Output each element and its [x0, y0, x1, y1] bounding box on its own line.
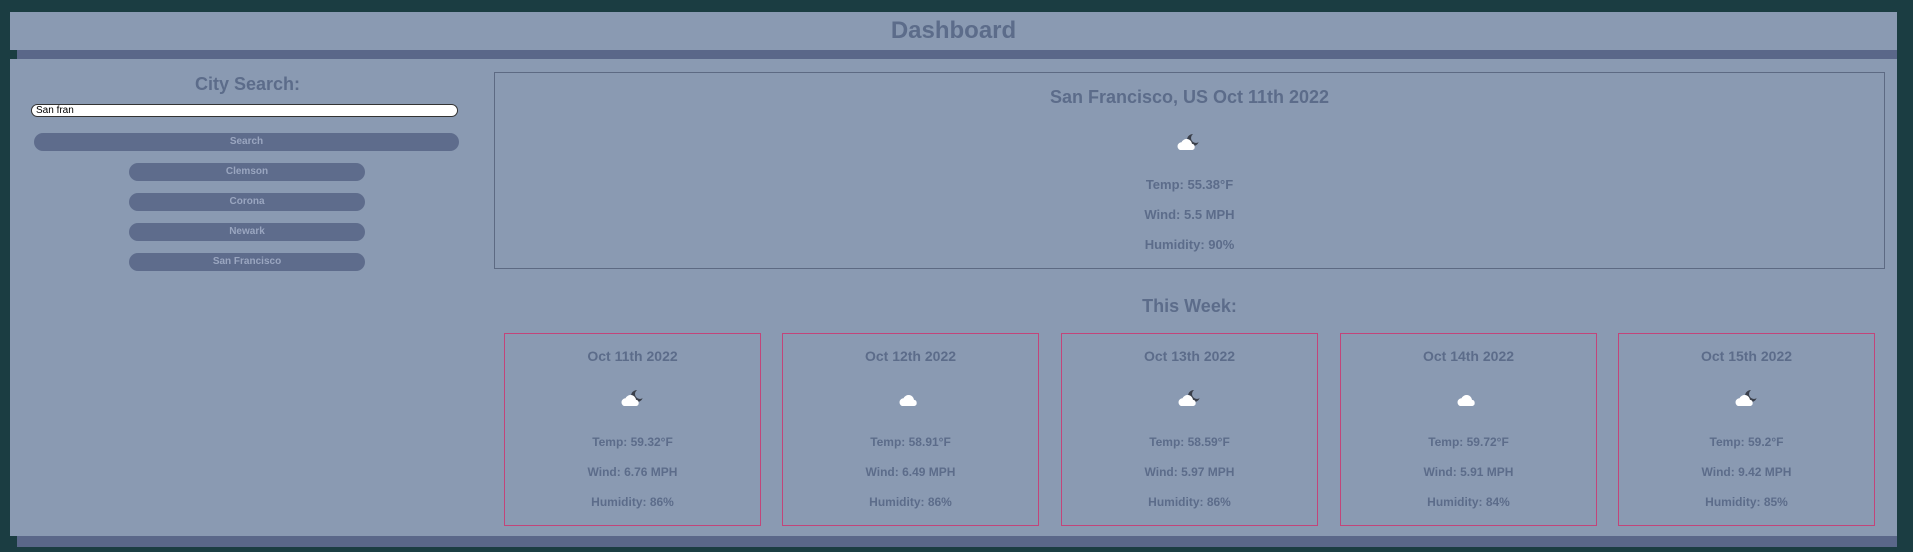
- forecast-wind: Wind: 5.91 MPH: [1423, 465, 1514, 479]
- forecast-wind: Wind: 9.42 MPH: [1701, 465, 1792, 479]
- forecast-card: Oct 13th 2022 Temp: 58.59°F Wind: 5.97 M…: [1061, 333, 1318, 526]
- forecast-card: Oct 14th 2022 Temp: 59.72°F Wind: 5.91 M…: [1340, 333, 1597, 526]
- city-search-sidebar: City Search: Search Clemson Corona Newar…: [10, 59, 485, 536]
- city-search-input[interactable]: [31, 104, 458, 117]
- forecast-date: Oct 11th 2022: [587, 348, 678, 364]
- forecast-humidity: Humidity: 85%: [1705, 495, 1788, 509]
- forecast-humidity: Humidity: 86%: [869, 495, 952, 509]
- history-button-san-francisco[interactable]: San Francisco: [129, 253, 365, 271]
- forecast-humidity: Humidity: 84%: [1427, 495, 1510, 509]
- forecast-wind: Wind: 6.76 MPH: [587, 465, 678, 479]
- forecast-card: Oct 15th 2022 Temp: 59.2°F Wind: 9.42 MP…: [1618, 333, 1875, 526]
- forecast-temp: Temp: 58.59°F: [1149, 435, 1230, 449]
- current-temp: Temp: 55.38°F: [1145, 177, 1234, 192]
- search-button[interactable]: Search: [34, 133, 459, 151]
- partly-cloudy-night-icon: [1734, 389, 1760, 414]
- forecast-card: Oct 12th 2022 Temp: 58.91°F Wind: 6.49 M…: [782, 333, 1039, 526]
- page-title: Dashboard: [890, 17, 1017, 44]
- forecast-humidity: Humidity: 86%: [591, 495, 674, 509]
- current-humidity: Humidity: 90%: [1144, 237, 1235, 252]
- partly-cloudy-night-icon: [1176, 133, 1202, 158]
- partly-cloudy-night-icon: [620, 389, 646, 414]
- history-button-newark[interactable]: Newark: [129, 223, 365, 241]
- history-button-corona[interactable]: Corona: [129, 193, 365, 211]
- forecast-temp: Temp: 58.91°F: [870, 435, 951, 449]
- forecast-temp: Temp: 59.32°F: [592, 435, 673, 449]
- cloud-icon: [898, 389, 924, 414]
- forecast-humidity: Humidity: 86%: [1148, 495, 1231, 509]
- forecast-date: Oct 13th 2022: [1143, 348, 1236, 364]
- forecast-wind: Wind: 6.49 MPH: [865, 465, 956, 479]
- forecast-date: Oct 15th 2022: [1700, 348, 1793, 364]
- forecast-card: Oct 11th 2022 Temp: 59.32°F Wind: 6.76 M…: [504, 333, 761, 526]
- history-button-clemson[interactable]: Clemson: [129, 163, 365, 181]
- forecast-date: Oct 12th 2022: [864, 348, 957, 364]
- current-weather-panel: San Francisco, US Oct 11th 2022 Temp: 55…: [494, 72, 1885, 269]
- forecast-date: Oct 14th 2022: [1422, 348, 1515, 364]
- forecast-heading: This Week:: [1142, 296, 1237, 316]
- forecast-temp: Temp: 59.72°F: [1428, 435, 1509, 449]
- city-search-heading: City Search:: [194, 74, 301, 94]
- current-weather-title: San Francisco, US Oct 11th 2022: [1049, 87, 1330, 107]
- forecast-temp: Temp: 59.2°F: [1709, 435, 1784, 449]
- partly-cloudy-night-icon: [1177, 389, 1203, 414]
- forecast-wind: Wind: 5.97 MPH: [1144, 465, 1235, 479]
- page-header: Dashboard: [10, 12, 1897, 50]
- cloud-icon: [1456, 389, 1482, 414]
- main-panel: City Search: Search Clemson Corona Newar…: [10, 59, 1897, 536]
- current-wind: Wind: 5.5 MPH: [1144, 207, 1235, 222]
